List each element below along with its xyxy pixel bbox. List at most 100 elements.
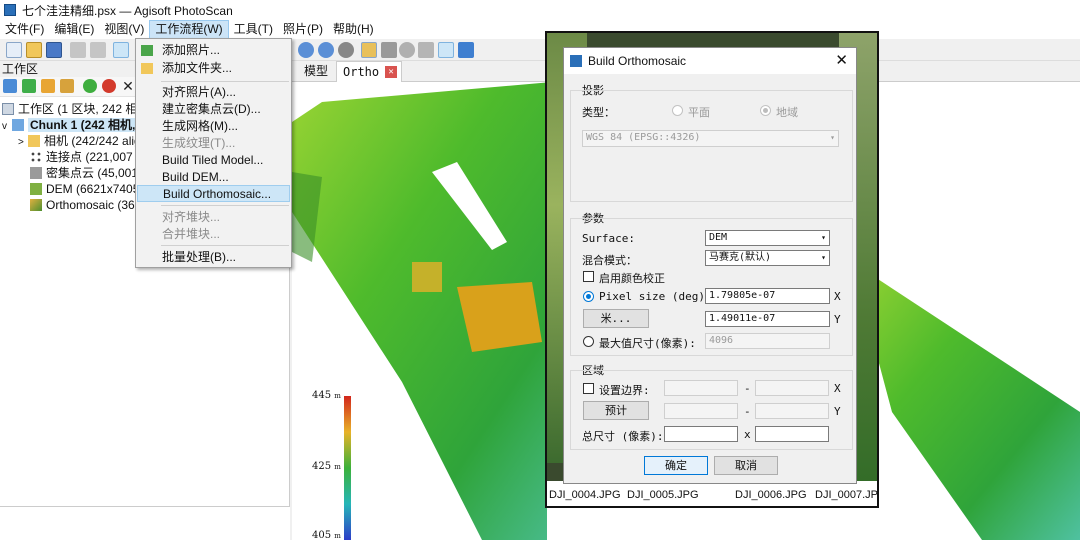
open-folder-icon[interactable] (26, 42, 42, 58)
photo-strip: DJI_0004.JPG DJI_0005.JPG DJI_0006.JPG D… (547, 481, 877, 506)
close-tab-icon[interactable]: ✕ (385, 66, 398, 78)
menu-item-add-folder[interactable]: 添加文件夹... (137, 60, 290, 77)
image-view-icon[interactable] (361, 42, 377, 58)
save-icon[interactable] (46, 42, 62, 58)
chunk-icon (12, 119, 24, 131)
close-icon[interactable]: ✕ (835, 48, 848, 74)
add-photos-icon (141, 45, 153, 56)
pixel-size-x-input[interactable]: 1.79805e-07 (705, 288, 830, 304)
bounds-y-min-input (664, 403, 738, 419)
collapse-icon[interactable]: v (2, 119, 12, 135)
total-height-input[interactable] (755, 426, 829, 442)
tree-dem[interactable]: DEM (6621x7405 (30, 181, 139, 197)
estimate-button[interactable]: 预计 (583, 401, 649, 420)
menu-view[interactable]: 视图(V) (99, 20, 149, 39)
tree-chunk[interactable]: v Chunk 1 (242 相机, 2 (2, 117, 148, 135)
blending-select[interactable]: 马赛克(默认) ▾ (705, 250, 830, 266)
photo-thumb-label[interactable]: DJI_0005.JPG (627, 489, 699, 501)
tree-workspace-root[interactable]: 工作区 (1 区块, 242 相机 (2, 101, 149, 117)
shaded-view-icon[interactable] (399, 42, 415, 58)
dem-terrain-east (852, 262, 1080, 540)
scale-label-top: 445 m (312, 390, 341, 401)
redo-icon[interactable] (90, 42, 106, 58)
add-chunk-icon[interactable] (3, 79, 17, 93)
tab-ortho[interactable]: Ortho ✕ (336, 61, 403, 82)
add-marker-icon[interactable] (41, 79, 55, 93)
zoom-in-icon[interactable] (298, 42, 314, 58)
menu-item-build-dense-cloud[interactable]: 建立密集点云(D)... (137, 101, 290, 118)
blending-label: 混合模式： (582, 254, 637, 267)
menu-bar: 文件(F) 编辑(E) 视图(V) 工作流程(W) 工具(T) 照片(P) 帮助… (0, 20, 1080, 39)
x-axis-label: X (834, 290, 841, 303)
pixel-size-y-input[interactable]: 1.49011e-07 (705, 311, 830, 327)
tree-cameras[interactable]: > 相机 (242/242 alig (18, 133, 141, 149)
build-orthomosaic-dialog: Build Orthomosaic ✕ 投影 类型： 平面 地域 WGS 84 … (563, 47, 857, 484)
workflow-menu: 添加照片... 添加文件夹... 对齐照片(A)... 建立密集点云(D)...… (135, 38, 292, 268)
scale-label-bottom: 405 m (312, 530, 341, 540)
menu-item-build-orthomosaic[interactable]: Build Orthomosaic... (137, 185, 290, 202)
dialog-title: Build Orthomosaic (588, 54, 687, 68)
menu-item-build-tiled-model[interactable]: Build Tiled Model... (137, 152, 290, 169)
menu-item-build-dem[interactable]: Build DEM... (137, 169, 290, 186)
bounds-y-max-input (755, 403, 829, 419)
show-cameras-icon[interactable] (438, 42, 454, 58)
set-bounds-checkbox[interactable] (583, 383, 594, 394)
add-photos-icon[interactable] (22, 79, 36, 93)
photoscan-app-icon (570, 55, 582, 67)
zoom-out-icon[interactable] (318, 42, 334, 58)
menu-item-add-photos[interactable]: 添加照片... (137, 42, 290, 59)
total-width-input[interactable] (664, 426, 738, 442)
navigation-icon[interactable] (458, 42, 474, 58)
menu-item-merge-chunks: 合并堆块... (162, 227, 221, 241)
menu-item-align-photos[interactable]: 对齐照片(A)... (137, 84, 290, 101)
photoscan-app-icon (4, 4, 16, 16)
photo-thumb-label[interactable]: DJI_0007.JPG (815, 489, 877, 501)
menu-separator (161, 245, 289, 246)
solid-view-icon[interactable] (418, 42, 434, 58)
tab-model[interactable]: 模型 (298, 61, 334, 82)
rotate-icon[interactable] (338, 42, 354, 58)
new-document-icon[interactable] (6, 42, 22, 58)
x-axis-label: X (834, 382, 841, 395)
menu-help[interactable]: 帮助(H) (328, 20, 379, 39)
color-correction-checkbox[interactable] (583, 271, 594, 282)
meters-button[interactable]: 米... (583, 309, 649, 328)
times-sign: x (744, 428, 751, 441)
menu-file[interactable]: 文件(F) (0, 20, 49, 39)
select-cursor-icon[interactable] (113, 42, 129, 58)
menu-photos[interactable]: 照片(P) (278, 20, 328, 39)
dense-cloud-view-icon[interactable] (381, 42, 397, 58)
surface-select[interactable]: DEM ▾ (705, 230, 830, 246)
tree-dense-cloud[interactable]: 密集点云 (45,001,6 (30, 165, 148, 181)
disable-icon[interactable] (102, 79, 116, 93)
photo-thumb-label[interactable]: DJI_0004.JPG (549, 489, 621, 501)
undo-icon[interactable] (70, 42, 86, 58)
window-titlebar: 七个洼洼精细.psx — Agisoft PhotoScan (0, 0, 1080, 20)
range-dash: - (744, 382, 751, 395)
menu-item-build-mesh[interactable]: 生成网格(M)... (137, 118, 290, 135)
menu-item-batch-process[interactable]: 批量处理(B)... (137, 249, 290, 266)
pixel-size-radio[interactable] (583, 291, 594, 302)
tree-tie-points[interactable]: 连接点 (221,007 点 (30, 149, 148, 165)
menu-tools[interactable]: 工具(T) (229, 20, 278, 39)
ok-button[interactable]: 确定 (644, 456, 708, 475)
menu-edit[interactable]: 编辑(E) (49, 20, 99, 39)
menu-workflow[interactable]: 工作流程(W) (149, 20, 229, 39)
max-size-label: 最大值尺寸(像素): (599, 337, 696, 350)
tree-orthomosaic[interactable]: Orthomosaic (36 (30, 197, 135, 213)
cancel-button[interactable]: 取消 (714, 456, 778, 475)
max-size-radio[interactable] (583, 336, 594, 347)
chevron-down-icon: ▾ (821, 233, 826, 242)
dem-structure (457, 282, 542, 352)
expand-icon[interactable]: > (18, 135, 28, 151)
chevron-down-icon: ▾ (821, 253, 826, 262)
planar-label: 平面 (688, 106, 710, 119)
merge-chunks-icon[interactable] (60, 79, 74, 93)
total-size-label: 总尺寸 (像素): (582, 430, 664, 443)
tie-points-icon (30, 151, 42, 163)
y-axis-label: Y (834, 405, 841, 418)
photo-thumb-label[interactable]: DJI_0006.JPG (735, 489, 807, 501)
enable-icon[interactable] (83, 79, 97, 93)
crs-select: WGS 84 (EPSG::4326) ▾ (582, 130, 839, 147)
remove-icon[interactable]: ✕ (121, 79, 135, 93)
